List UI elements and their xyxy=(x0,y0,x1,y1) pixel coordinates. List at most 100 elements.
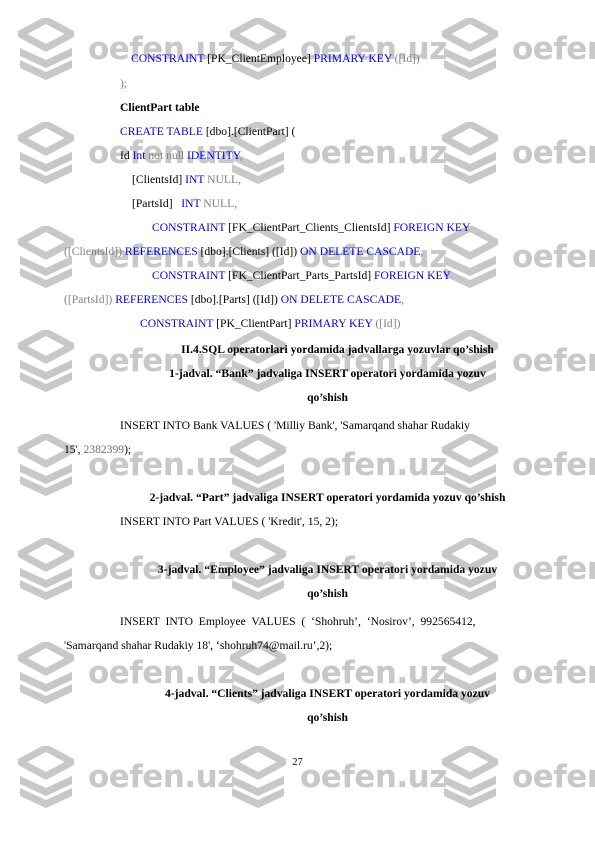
watermark-text: oefen.uz xyxy=(300,134,447,171)
sql-line-fk-parts: CONSTRAINT [FK_ClientPart_Parts_PartsId]… xyxy=(152,269,451,282)
watermark-text: oefen.uz xyxy=(300,446,447,483)
stacked-diamond-logo-icon xyxy=(18,746,74,808)
sql-keyword-references: REFERENCES xyxy=(124,245,198,258)
stacked-diamond-logo-icon xyxy=(18,330,74,392)
sql-comma: , xyxy=(401,293,405,306)
stacked-diamond-logo-icon xyxy=(18,122,74,184)
stacked-diamond-logo-icon xyxy=(442,18,498,80)
sql-line-pk-clientemployee: CONSTRAINT [PK_ClientEmployee] PRIMARY K… xyxy=(131,52,420,65)
sql-line-column-partsid: [PartsId] INT NULL, xyxy=(132,197,237,210)
sql-keyword-constraint: CONSTRAINT xyxy=(140,317,214,330)
stacked-diamond-logo-icon xyxy=(18,18,74,80)
sql-line-close-paren: ); xyxy=(120,77,128,90)
sql-columns: ([PartsId]) xyxy=(64,293,116,306)
sql-keyword-foreign-key: FOREIGN KEY xyxy=(393,221,471,234)
sql-insert-bank-line1: INSERT INTO Bank VALUES ( 'Milliy Bank',… xyxy=(120,419,470,432)
watermark-unit: oefen.uz xyxy=(18,746,235,808)
watermark-text: oefen.uz xyxy=(512,30,595,67)
sql-identifier: [PK_ClientEmployee] xyxy=(204,52,314,65)
watermark-unit: oefen.uz xyxy=(442,226,595,288)
watermark-text: oefen.uz xyxy=(512,654,595,691)
table-heading-1-line2: qo’shish xyxy=(307,391,348,404)
sql-identifier: [FK_ClientPart_Clients_ClientsId] xyxy=(225,221,394,234)
watermark-text: oefen.uz xyxy=(512,446,595,483)
watermark-unit: oefen.uz xyxy=(230,330,447,392)
watermark-unit: oefen.uz xyxy=(442,122,595,184)
sql-string-literal: 15', xyxy=(64,443,84,456)
watermark-unit: oefen.uz xyxy=(230,746,447,808)
section-title-clientpart: ClientPart table xyxy=(120,101,200,114)
sql-reference-table: [dbo].[Clients] ([Id]) xyxy=(197,245,301,258)
stacked-diamond-logo-icon xyxy=(230,434,286,496)
stacked-diamond-logo-icon xyxy=(230,746,286,808)
sql-line-pk-clientpart: CONSTRAINT [PK_ClientPart] PRIMARY KEY (… xyxy=(140,317,400,330)
sql-type-int: Int xyxy=(132,149,146,162)
section-heading-ii4: II.4.SQL operatorlari yordamida jadvalla… xyxy=(181,343,494,356)
watermark-text: oefen.uz xyxy=(88,654,235,691)
sql-insert-employee-line2: 'Samarqand shahar Rudakiy 18', ‘shohruh7… xyxy=(64,639,333,652)
sql-insert-bank-line2: 15', 2382399); xyxy=(64,443,131,456)
sql-statement-end: ); xyxy=(124,443,132,456)
sql-nullability: not null xyxy=(145,149,187,162)
watermark-text: oefen.uz xyxy=(512,238,595,275)
table-heading-1-line1: 1-jadval. “Bank” jadvaliga INSERT operat… xyxy=(169,367,486,380)
sql-line-column-clientsid: [ClientsId] INT NULL, xyxy=(132,173,241,186)
sql-comma: , xyxy=(239,149,243,162)
sql-keyword-primary-key: PRIMARY KEY xyxy=(294,317,373,330)
sql-columns: ([ClientsId]) xyxy=(64,245,125,258)
sql-comma: , xyxy=(420,245,424,258)
sql-keyword-foreign-key: FOREIGN KEY xyxy=(374,269,451,282)
sql-column-name: Id xyxy=(120,149,133,162)
watermark-unit: oefen.uz xyxy=(442,746,595,808)
sql-identifier: [PK_ClientPart] xyxy=(213,317,295,330)
sql-comma: , xyxy=(238,173,241,186)
sql-keyword-on-delete-cascade: ON DELETE CASCADE xyxy=(280,293,402,306)
table-heading-4-line2: qo’shish xyxy=(307,711,348,724)
sql-insert-part-line1: INSERT INTO Part VALUES ( 'Kredit', 15, … xyxy=(120,515,339,528)
sql-columns: ([Id]) xyxy=(391,52,420,65)
sql-comma: , xyxy=(234,197,238,210)
watermark-unit: oefen.uz xyxy=(18,330,235,392)
watermark-unit: oefen.uz xyxy=(18,18,235,80)
table-heading-4-line1: 4-jadval. “Clients” jadvaliga INSERT ope… xyxy=(165,687,490,700)
sql-numeric-literal: 2382399 xyxy=(83,443,125,456)
watermark-unit: oefen.uz xyxy=(230,434,447,496)
sql-keyword-constraint: CONSTRAINT xyxy=(152,221,226,234)
stacked-diamond-logo-icon xyxy=(442,434,498,496)
table-heading-3-line1: 3-jadval. “Employee” jadvaliga INSERT op… xyxy=(157,563,498,576)
watermark-text: oefen.uz xyxy=(300,654,447,691)
sql-identifier: [FK_ClientPart_Parts_PartsId] xyxy=(225,269,375,282)
stacked-diamond-logo-icon xyxy=(442,330,498,392)
sql-column-name: [ClientsId] xyxy=(132,173,186,186)
sql-keyword-constraint: CONSTRAINT xyxy=(131,52,205,65)
sql-columns: ([Id]) xyxy=(372,317,401,330)
watermark-unit: oefen.uz xyxy=(442,434,595,496)
sql-keyword-constraint: CONSTRAINT xyxy=(152,269,226,282)
watermark-text: oefen.uz xyxy=(512,134,595,171)
sql-line-create-table: CREATE TABLE [dbo].[ClientPart] ( xyxy=(120,125,295,138)
sql-type-int: INT xyxy=(181,197,201,210)
sql-nullability: NULL xyxy=(200,197,235,210)
stacked-diamond-logo-icon xyxy=(230,18,286,80)
sql-nullability: NULL xyxy=(204,173,239,186)
table-heading-2-line1: 2-jadval. “Part” jadvaliga INSERT operat… xyxy=(149,491,506,504)
sql-reference-table: [dbo].[Parts] ([Id]) xyxy=(187,293,281,306)
watermark-unit: oefen.uz xyxy=(230,18,447,80)
sql-keyword-on-delete-cascade: ON DELETE CASCADE xyxy=(300,245,421,258)
sql-type-int: INT xyxy=(185,173,205,186)
page-number: 27 xyxy=(292,757,303,768)
table-heading-3-line2: qo’shish xyxy=(307,587,348,600)
sql-insert-employee-line1: INSERT INTO Employee VALUES ( ‘Shohruh’,… xyxy=(120,615,476,628)
stacked-diamond-logo-icon xyxy=(230,330,286,392)
sql-keyword-identity: IDENTITY xyxy=(187,149,240,162)
document-page: oefen.uz oefen.uz oefen.uz xyxy=(0,0,595,842)
sql-keyword-create-table: CREATE TABLE xyxy=(120,125,203,138)
sql-column-name: [PartsId] xyxy=(132,197,182,210)
sql-line-column-id: Id Int not null IDENTITY, xyxy=(120,149,243,162)
watermark-unit: oefen.uz xyxy=(442,18,595,80)
sql-keyword-primary-key: PRIMARY KEY xyxy=(313,52,392,65)
sql-keyword-references: REFERENCES xyxy=(115,293,188,306)
sql-line-fk-clients: CONSTRAINT [FK_ClientPart_Clients_Client… xyxy=(152,221,470,234)
stacked-diamond-logo-icon xyxy=(442,746,498,808)
watermark-unit: oefen.uz xyxy=(442,330,595,392)
